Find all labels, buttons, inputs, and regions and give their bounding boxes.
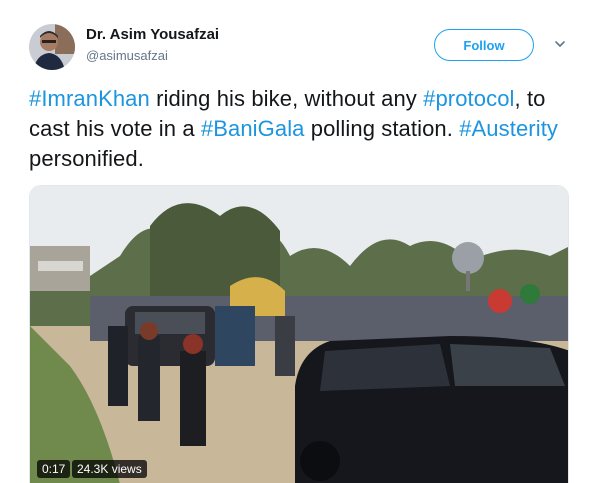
avatar[interactable]: [29, 24, 75, 70]
tweet-text-segment: riding his bike, without any: [149, 86, 424, 111]
tweet-card: Dr. Asim Yousafzai @asimusafzai Follow #…: [0, 0, 600, 483]
video-player[interactable]: [29, 185, 569, 483]
tweet-text: #ImranKhan riding his bike, without any …: [29, 84, 574, 174]
video-views-badge: 24.3K views: [72, 460, 147, 478]
author-handle[interactable]: @asimusafzai: [86, 48, 168, 63]
video-frame: [30, 186, 568, 483]
chevron-down-icon[interactable]: [553, 37, 567, 51]
tweet-text-segment: polling station.: [304, 116, 460, 141]
hashtag-link[interactable]: #ImranKhan: [29, 86, 150, 111]
video-duration-badge: 0:17: [37, 460, 71, 478]
tweet-text-segment: personified.: [29, 146, 144, 171]
author-name[interactable]: Dr. Asim Yousafzai: [86, 26, 219, 43]
follow-button[interactable]: Follow: [434, 29, 534, 61]
hashtag-link[interactable]: #protocol: [423, 86, 514, 111]
hashtag-link[interactable]: #Austerity: [459, 116, 558, 141]
hashtag-link[interactable]: #BaniGala: [201, 116, 305, 141]
